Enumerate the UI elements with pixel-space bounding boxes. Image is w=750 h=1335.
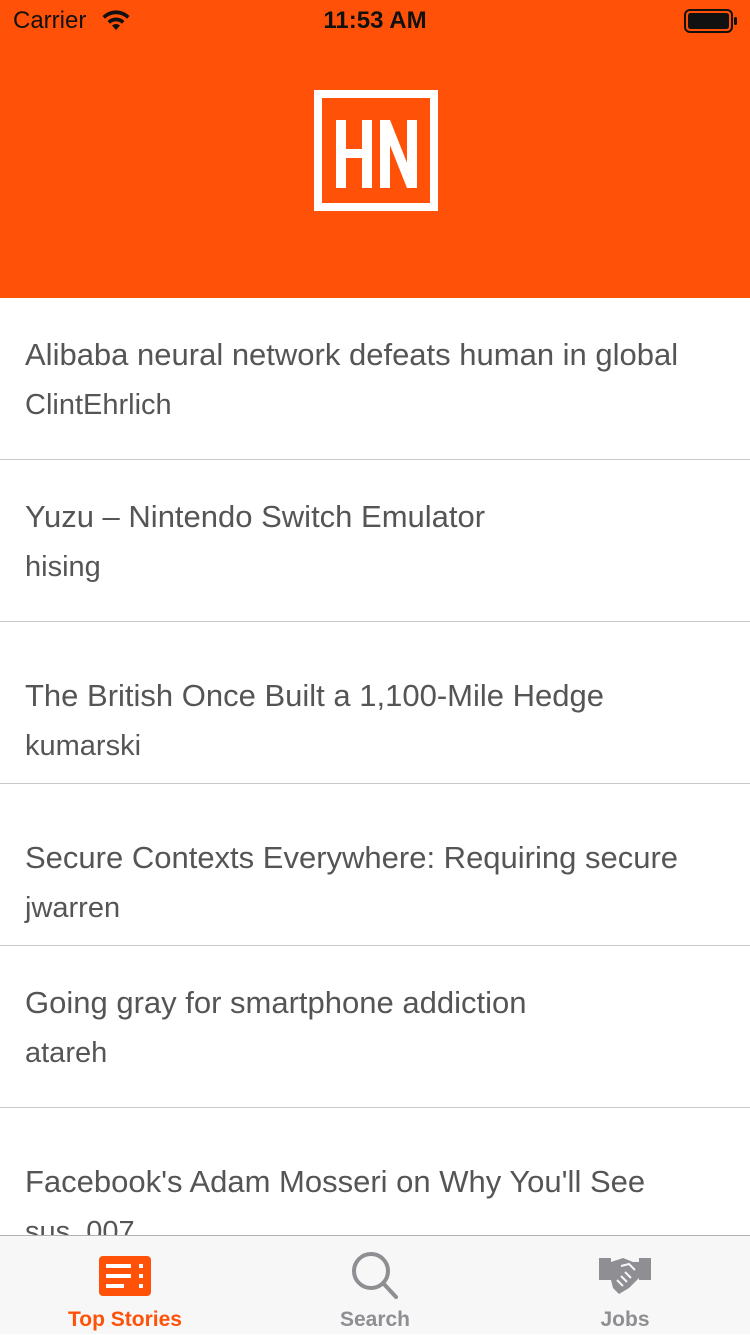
- story-author: atareh: [25, 1037, 108, 1069]
- tab-label: Jobs: [600, 1308, 650, 1331]
- story-author: hising: [25, 551, 101, 583]
- story-title: Alibaba neural network defeats human in …: [25, 337, 679, 372]
- tab-label: Top Stories: [68, 1308, 182, 1331]
- story-row[interactable]: The British Once Built a 1,100-Mile Hedg…: [0, 622, 750, 784]
- story-row[interactable]: Secure Contexts Everywhere: Requiring se…: [0, 784, 750, 946]
- story-row[interactable]: Alibaba neural network defeats human in …: [0, 298, 750, 460]
- story-author: jwarren: [25, 892, 121, 924]
- status-time: 11:53 AM: [323, 7, 427, 34]
- story-title: Facebook's Adam Mosseri on Why You'll Se…: [25, 1164, 646, 1199]
- tab-search[interactable]: Search: [250, 1236, 500, 1335]
- tab-label: Search: [339, 1308, 411, 1331]
- list-icon: [99, 1256, 151, 1296]
- search-icon: [352, 1252, 398, 1299]
- handshake-icon: [599, 1258, 651, 1294]
- tab-jobs[interactable]: Jobs: [500, 1236, 750, 1335]
- tab-top-stories[interactable]: Top Stories: [0, 1236, 250, 1335]
- story-row[interactable]: Yuzu – Nintendo Switch Emulator hising: [0, 460, 750, 622]
- story-title: Secure Contexts Everywhere: Requiring se…: [25, 840, 679, 875]
- status-bar: Carrier 11:53 AM: [0, 0, 750, 40]
- story-title: The British Once Built a 1,100-Mile Hedg…: [25, 678, 604, 713]
- battery-icon: [684, 9, 737, 33]
- app-header: Carrier 11:53 AM: [0, 0, 750, 298]
- story-author: kumarski: [25, 730, 142, 762]
- hn-logo-mark: [336, 120, 417, 188]
- hn-logo: [314, 90, 438, 211]
- story-title: Going gray for smartphone addiction: [25, 985, 527, 1020]
- story-list[interactable]: Alibaba neural network defeats human in …: [0, 298, 750, 1270]
- story-author: ClintEhrlich: [25, 389, 172, 421]
- story-row[interactable]: Going gray for smartphone addiction atar…: [0, 946, 750, 1108]
- tab-bar: Top Stories Search Jobs: [0, 1235, 750, 1334]
- story-title: Yuzu – Nintendo Switch Emulator: [25, 499, 486, 534]
